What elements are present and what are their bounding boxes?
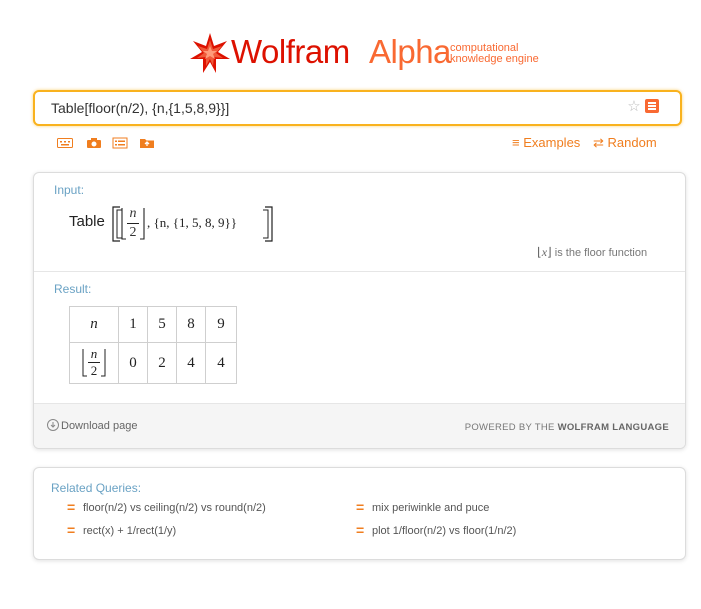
input-expression-rest: , {n, {1, 5, 8, 9}}	[147, 215, 237, 230]
outer-right-bracket	[263, 206, 273, 242]
logo-tagline-line-2: knowledge engine	[450, 53, 539, 65]
pod-footer: Download page POWERED BY THE WOLFRAM LAN…	[34, 403, 685, 448]
list-icon[interactable]	[112, 137, 128, 149]
logo-wordmark-wolfram: Wolfram	[231, 33, 350, 70]
related-query-item[interactable]: = plot 1/floor(n/2) vs floor(1/n/2)	[356, 522, 517, 538]
table-cell: n	[69, 306, 119, 343]
table-cell: 0	[118, 342, 148, 384]
equals-icon: =	[67, 522, 76, 538]
floor-right-bracket	[140, 208, 145, 240]
row-label-numerator: n	[90, 346, 98, 361]
table-cell: 1	[118, 306, 148, 343]
pod-divider	[34, 271, 685, 272]
related-query-label: plot 1/floor(n/2) vs floor(1/n/2)	[372, 525, 517, 537]
equals-icon: =	[356, 499, 365, 515]
related-queries-card: Related Queries: = floor(n/2) vs ceiling…	[33, 467, 686, 560]
download-page-label: Download page	[61, 420, 138, 432]
result-pod-title: Result:	[54, 282, 92, 296]
floor-left-bracket	[121, 208, 126, 240]
favorite-star-icon[interactable]: ☆	[626, 97, 642, 117]
logo-tagline: computational knowledge engine	[450, 43, 539, 65]
examples-label: Examples	[523, 135, 581, 150]
floor-note-text: is the floor function	[554, 247, 648, 259]
related-query-label: floor(n/2) vs ceiling(n/2) vs round(n/2)	[83, 502, 266, 514]
folder-upload-icon[interactable]	[139, 137, 155, 149]
table-cell: 4	[205, 342, 237, 384]
result-table: n 1 5 8 9 n 2 0 2 4 4	[69, 306, 237, 384]
shuffle-icon: ⇄	[593, 135, 604, 150]
result-pods-card: Input: Table n 2 , {n, {1, 5, 8, 9}} ⌊x⌋…	[33, 172, 686, 449]
input-fraction-numerator: n	[129, 206, 137, 221]
table-cell-floor-label: n 2	[69, 342, 119, 384]
related-query-item[interactable]: = mix periwinkle and puce	[356, 499, 490, 515]
input-fraction: n 2	[127, 206, 139, 241]
table-row: n 1 5 8 9	[69, 306, 237, 343]
examples-link[interactable]: ≡ Examples	[512, 135, 580, 150]
floor-function-note: ⌊x⌋ is the floor function	[537, 245, 647, 260]
fraction-bar	[127, 223, 139, 224]
compute-button[interactable]	[645, 99, 659, 113]
equals-icon: =	[67, 499, 76, 515]
download-icon	[47, 419, 59, 431]
row-label-fraction: n 2	[87, 347, 101, 378]
keyboard-icon[interactable]	[57, 137, 73, 149]
input-fraction-denominator: 2	[129, 225, 137, 240]
menu-lines-icon: ≡	[512, 135, 520, 150]
table-cell: 9	[205, 306, 237, 343]
related-query-item[interactable]: = floor(n/2) vs ceiling(n/2) vs round(n/…	[67, 499, 266, 515]
table-cell: 2	[147, 342, 177, 384]
input-pod-title: Input:	[54, 183, 85, 197]
search-input[interactable]	[51, 98, 611, 118]
camera-icon[interactable]	[86, 137, 102, 149]
search-box: ☆	[33, 90, 682, 126]
wolfram-alpha-logo[interactable]: Wolfram Alpha computational knowledge en…	[189, 32, 549, 76]
table-cell: 8	[176, 306, 206, 343]
related-query-label: mix periwinkle and puce	[372, 502, 490, 514]
download-page-link[interactable]: Download page	[47, 419, 138, 432]
related-queries-title: Related Queries:	[51, 481, 142, 495]
related-query-label: rect(x) + 1/rect(1/y)	[83, 525, 177, 537]
random-label: Random	[607, 135, 657, 150]
spikey-star-icon	[190, 33, 230, 73]
random-link[interactable]: ⇄ Random	[593, 135, 657, 151]
floor-right-bracket	[101, 349, 106, 377]
logo-wordmark-alpha: Alpha	[369, 33, 451, 70]
floor-note-symbol: ⌊x⌋	[537, 245, 552, 259]
input-table-word: Table	[69, 213, 105, 230]
powered-by-prefix: POWERED BY THE	[464, 422, 555, 433]
table-cell: 4	[176, 342, 206, 384]
table-row: n 2 0 2 4 4	[69, 342, 237, 384]
row-label-denominator: 2	[90, 363, 98, 378]
powered-by-brand: WOLFRAM LANGUAGE	[557, 422, 669, 433]
powered-by-wolfram-language[interactable]: POWERED BY THE WOLFRAM LANGUAGE	[465, 422, 669, 433]
table-cell: 5	[147, 306, 177, 343]
equals-icon: =	[356, 522, 365, 538]
related-query-item[interactable]: = rect(x) + 1/rect(1/y)	[67, 522, 177, 538]
floor-note-variable: x	[541, 245, 548, 259]
